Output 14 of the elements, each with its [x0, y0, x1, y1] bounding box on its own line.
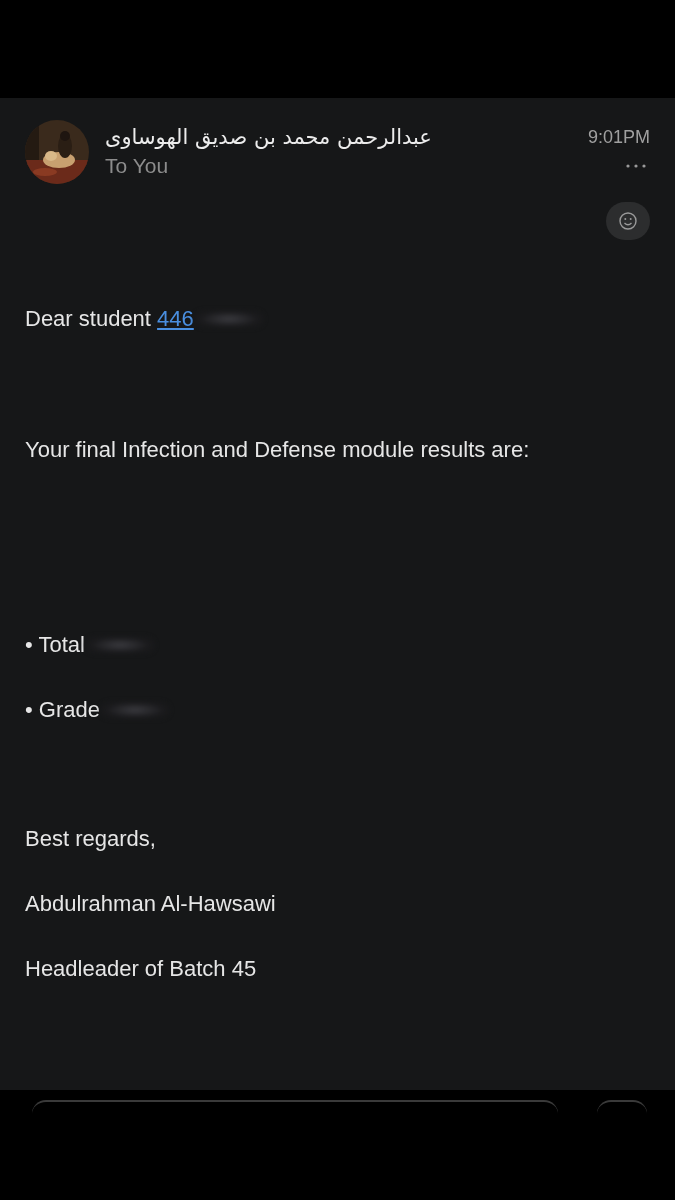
result-item: • Total [25, 632, 85, 658]
student-number-link[interactable]: 446 [157, 306, 194, 332]
body-text: Abdulrahman Al-Hawsawi [25, 891, 276, 917]
body-text: Your final Infection and Defense module results are: [25, 437, 530, 463]
greeting-text: Dear student [25, 306, 152, 332]
more-icon[interactable] [626, 164, 646, 168]
smiley-icon [618, 211, 638, 231]
email-time: 9:01PM [587, 126, 650, 148]
body-text: Best regards, [25, 826, 156, 852]
recipient-label: To You [105, 154, 169, 178]
reaction-button[interactable] [606, 202, 650, 240]
sender-name: عبدالرحمن محمد بن صديق الهوساوى [105, 125, 432, 149]
body-text: Headleader of Batch 45 [25, 956, 257, 982]
result-item: • Grade [25, 697, 100, 723]
